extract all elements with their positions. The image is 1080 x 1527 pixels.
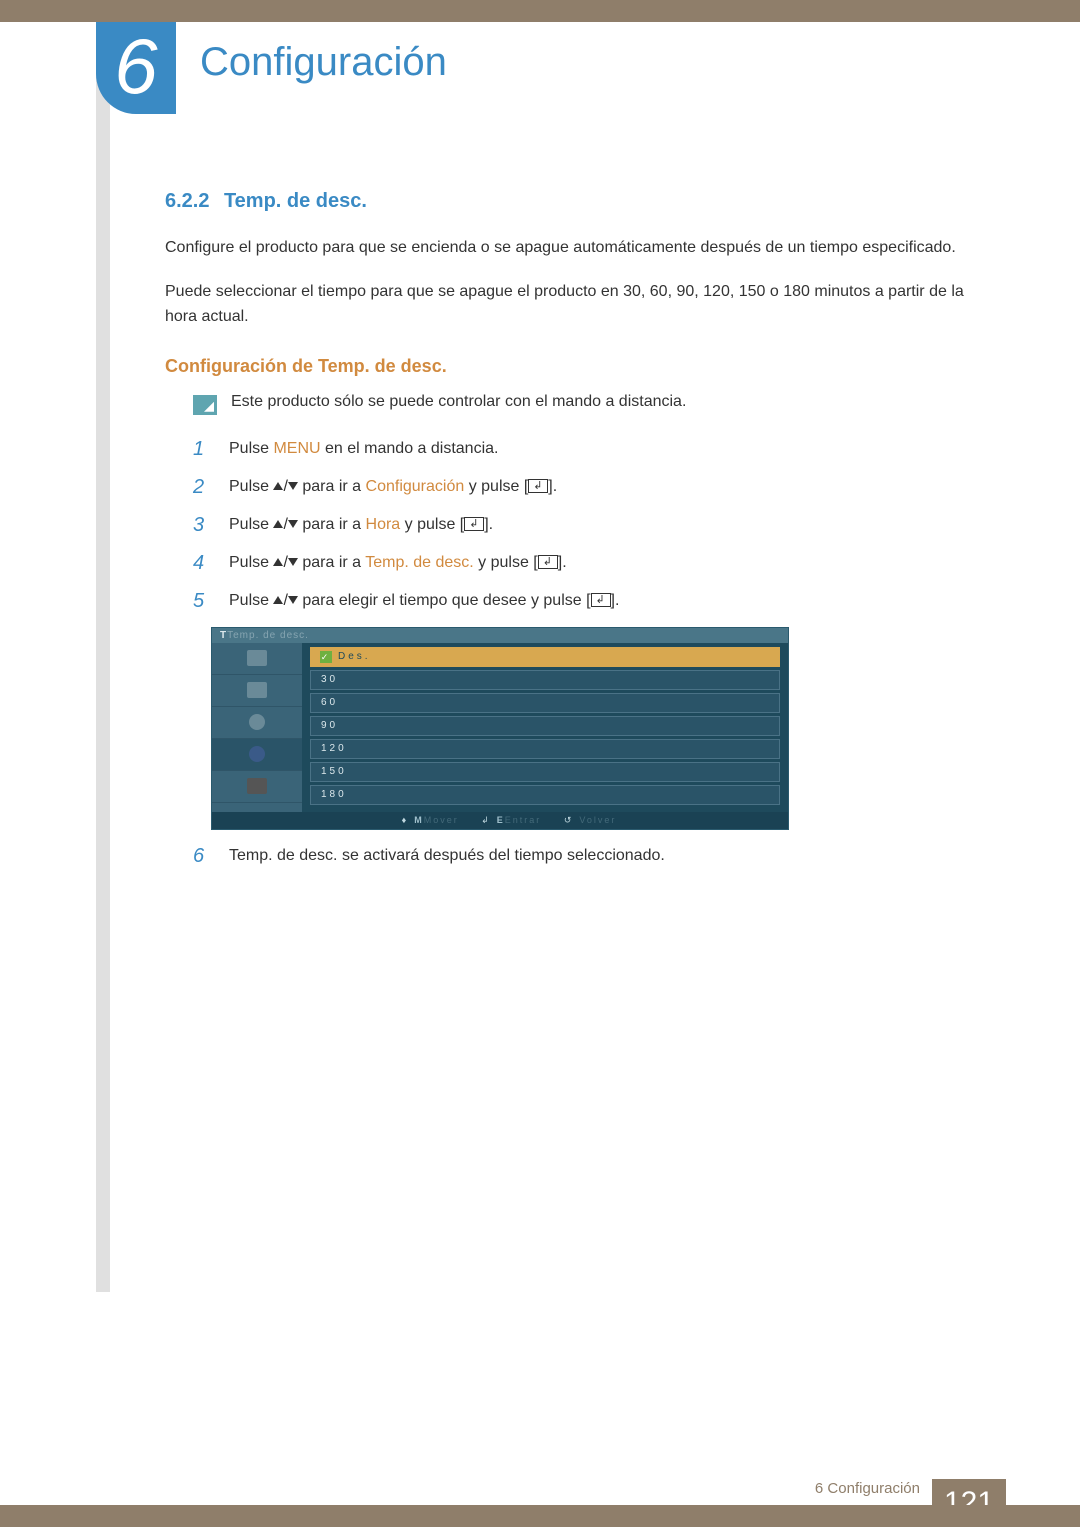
step-5-text: Pulse / para elegir el tiempo que desee … bbox=[229, 589, 619, 613]
enter-icon bbox=[538, 555, 558, 569]
osd-title: TTemp. de desc. bbox=[212, 628, 788, 643]
enter-icon bbox=[528, 479, 548, 493]
step-3-text: Pulse / para ir a Hora y pulse []. bbox=[229, 513, 493, 537]
step-6-text: Temp. de desc. se activará después del t… bbox=[229, 844, 665, 868]
top-bar bbox=[0, 0, 1080, 22]
footer-bar bbox=[0, 1505, 1080, 1527]
multi-icon bbox=[247, 778, 267, 794]
enter-icon bbox=[464, 517, 484, 531]
chapter-number: 6 bbox=[114, 27, 157, 105]
osd-sidebar bbox=[212, 643, 302, 812]
down-arrow-icon bbox=[288, 558, 298, 566]
up-arrow-icon bbox=[273, 482, 283, 490]
step-2: 2 Pulse / para ir a Configuración y puls… bbox=[193, 475, 965, 499]
osd-side-4 bbox=[212, 739, 302, 771]
osd-side-1 bbox=[212, 643, 302, 675]
step-6: 6 Temp. de desc. se activará después del… bbox=[193, 844, 965, 868]
enter-icon bbox=[591, 593, 611, 607]
step-4: 4 Pulse / para ir a Temp. de desc. y pul… bbox=[193, 551, 965, 575]
osd-side-5 bbox=[212, 771, 302, 803]
chapter-tab: 6 bbox=[96, 22, 176, 114]
osd-option-180: 180 bbox=[310, 785, 780, 805]
menu-keyword: MENU bbox=[273, 440, 320, 457]
step-num-2: 2 bbox=[193, 475, 211, 499]
step-num-6: 6 bbox=[193, 844, 211, 868]
chapter-title: Configuración bbox=[200, 40, 447, 85]
step-3: 3 Pulse / para ir a Hora y pulse []. bbox=[193, 513, 965, 537]
step-1-text: Pulse MENU en el mando a distancia. bbox=[229, 437, 498, 461]
down-arrow-icon bbox=[288, 482, 298, 490]
step-2-text: Pulse / para ir a Configuración y pulse … bbox=[229, 475, 557, 499]
setup-icon bbox=[249, 714, 265, 730]
step-num-1: 1 bbox=[193, 437, 211, 461]
sound-icon bbox=[247, 682, 267, 698]
step-num-4: 4 bbox=[193, 551, 211, 575]
paragraph-1: Configure el producto para que se encien… bbox=[165, 235, 965, 261]
config-keyword: Configuración bbox=[366, 478, 465, 495]
osd-option-120: 120 bbox=[310, 739, 780, 759]
note-text: Este producto sólo se puede controlar co… bbox=[231, 393, 686, 411]
osd-footer: ♦MMover ↲EEntrar ↺Volver bbox=[212, 812, 788, 829]
steps-list: 1 Pulse MENU en el mando a distancia. 2 … bbox=[193, 437, 965, 613]
footer-label: 6 Configuración bbox=[815, 1480, 920, 1497]
sub-heading: Configuración de Temp. de desc. bbox=[165, 356, 965, 377]
step-4-text: Pulse / para ir a Temp. de desc. y pulse… bbox=[229, 551, 567, 575]
step-5: 5 Pulse / para elegir el tiempo que dese… bbox=[193, 589, 965, 613]
note-icon bbox=[193, 395, 217, 415]
left-strip bbox=[96, 22, 110, 1292]
osd-option-150: 150 bbox=[310, 762, 780, 782]
osd-option-30: 30 bbox=[310, 670, 780, 690]
osd-menu: TTemp. de desc. ✓ Des. 30 60 90 120 150 … bbox=[211, 627, 789, 830]
picture-icon bbox=[247, 650, 267, 666]
section-title: Temp. de desc. bbox=[224, 190, 367, 212]
content-area: 6.2.2 Temp. de desc. Configure el produc… bbox=[165, 190, 965, 882]
section-number: 6.2.2 bbox=[165, 190, 209, 212]
up-arrow-icon bbox=[273, 558, 283, 566]
osd-option-off: ✓ Des. bbox=[310, 647, 780, 667]
up-arrow-icon bbox=[273, 596, 283, 604]
osd-option-60: 60 bbox=[310, 693, 780, 713]
steps-list-cont: 6 Temp. de desc. se activará después del… bbox=[193, 844, 965, 868]
hora-keyword: Hora bbox=[366, 516, 401, 533]
step-num-5: 5 bbox=[193, 589, 211, 613]
enter-icon: ↲ bbox=[481, 815, 491, 825]
down-arrow-icon bbox=[288, 596, 298, 604]
return-icon: ↺ bbox=[564, 815, 574, 825]
note-row: Este producto sólo se puede controlar co… bbox=[193, 393, 965, 415]
osd-option-90: 90 bbox=[310, 716, 780, 736]
osd-main: ✓ Des. 30 60 90 120 150 180 bbox=[302, 643, 788, 812]
temp-keyword: Temp. de desc. bbox=[365, 554, 474, 571]
step-1: 1 Pulse MENU en el mando a distancia. bbox=[193, 437, 965, 461]
osd-side-2 bbox=[212, 675, 302, 707]
up-arrow-icon bbox=[273, 520, 283, 528]
check-icon: ✓ bbox=[320, 651, 332, 663]
step-num-3: 3 bbox=[193, 513, 211, 537]
time-icon bbox=[249, 746, 265, 762]
osd-side-3 bbox=[212, 707, 302, 739]
move-icon: ♦ bbox=[402, 815, 409, 825]
down-arrow-icon bbox=[288, 520, 298, 528]
section-heading: 6.2.2 Temp. de desc. bbox=[165, 190, 965, 213]
paragraph-2: Puede seleccionar el tiempo para que se … bbox=[165, 279, 965, 330]
